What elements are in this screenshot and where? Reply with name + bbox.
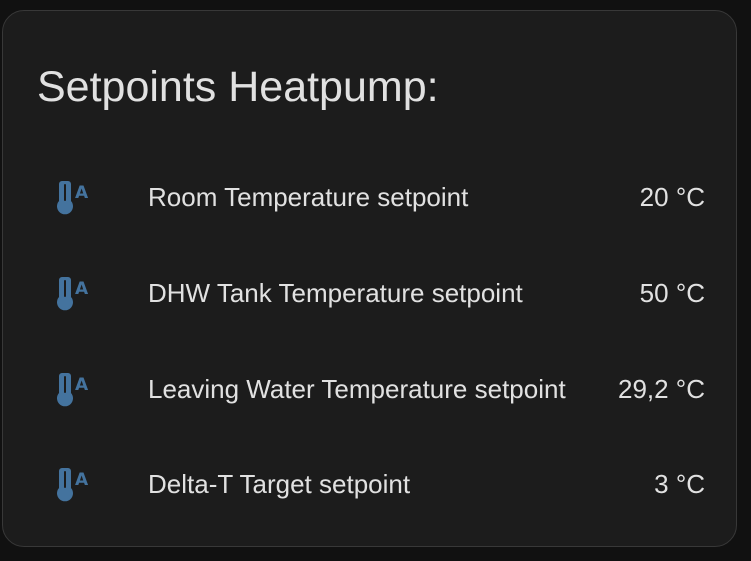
entity-name: Room Temperature setpoint [148,182,469,212]
svg-text:A: A [75,279,89,299]
entity-row-leaving-water-temperature[interactable]: A Leaving Water Temperature setpoint 29,… [3,359,738,419]
entity-row-delta-t-target[interactable]: A Delta-T Target setpoint 3 °C [3,454,738,514]
svg-text:A: A [75,375,89,395]
card-title: Setpoints Heatpump: [37,63,439,111]
entity-row-room-temperature[interactable]: A Room Temperature setpoint 20 °C [3,167,738,227]
entity-name: Leaving Water Temperature setpoint [148,374,566,404]
entity-row-dhw-tank-temperature[interactable]: A DHW Tank Temperature setpoint 50 °C [3,263,738,323]
thermometer-auto-icon: A [53,371,103,411]
entity-name: Delta-T Target setpoint [148,469,411,499]
thermometer-auto-icon: A [53,466,103,506]
entities-card: Setpoints Heatpump: A Room Temperature s… [2,10,737,547]
svg-text:A: A [75,183,89,203]
thermometer-auto-icon: A [53,275,103,315]
entity-state: 29,2 °C [617,374,705,404]
entity-state: 20 °C [639,182,705,212]
entity-state: 3 °C [654,469,705,499]
entity-state: 50 °C [639,278,705,308]
entity-name: DHW Tank Temperature setpoint [148,278,523,308]
svg-text:A: A [75,470,89,490]
thermometer-auto-icon: A [53,179,103,219]
